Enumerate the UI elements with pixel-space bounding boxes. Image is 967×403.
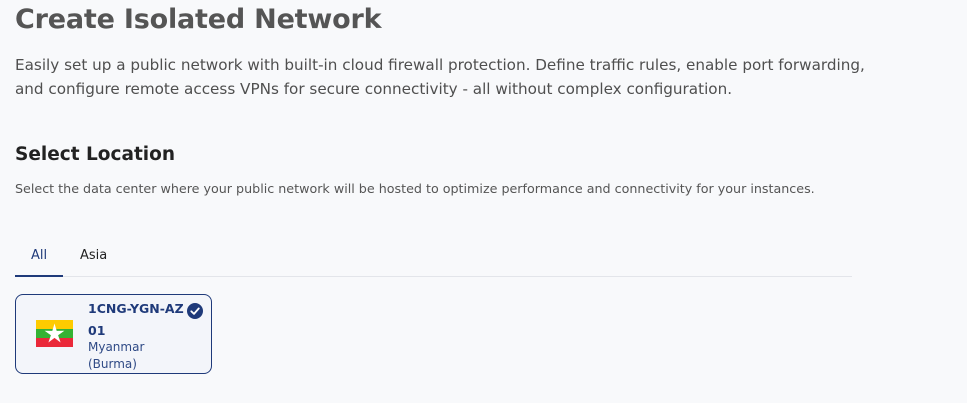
tab-asia[interactable]: Asia (80, 238, 107, 277)
location-tabs: All Asia (15, 238, 852, 277)
myanmar-flag-icon (36, 320, 73, 347)
select-location-title: Select Location (15, 144, 176, 165)
select-location-description: Select the data center where your public… (15, 181, 815, 196)
page-description: Easily set up a public network with buil… (15, 56, 865, 98)
page-title: Create Isolated Network (15, 4, 382, 35)
location-country: Myanmar (Burma) (88, 340, 145, 371)
tab-all[interactable]: All (15, 238, 63, 277)
location-code: 1CNG-YGN-AZ01 (88, 301, 184, 338)
location-card[interactable]: 1CNG-YGN-AZ01 Myanmar (Burma) (15, 294, 212, 374)
selected-check-icon (187, 303, 203, 319)
